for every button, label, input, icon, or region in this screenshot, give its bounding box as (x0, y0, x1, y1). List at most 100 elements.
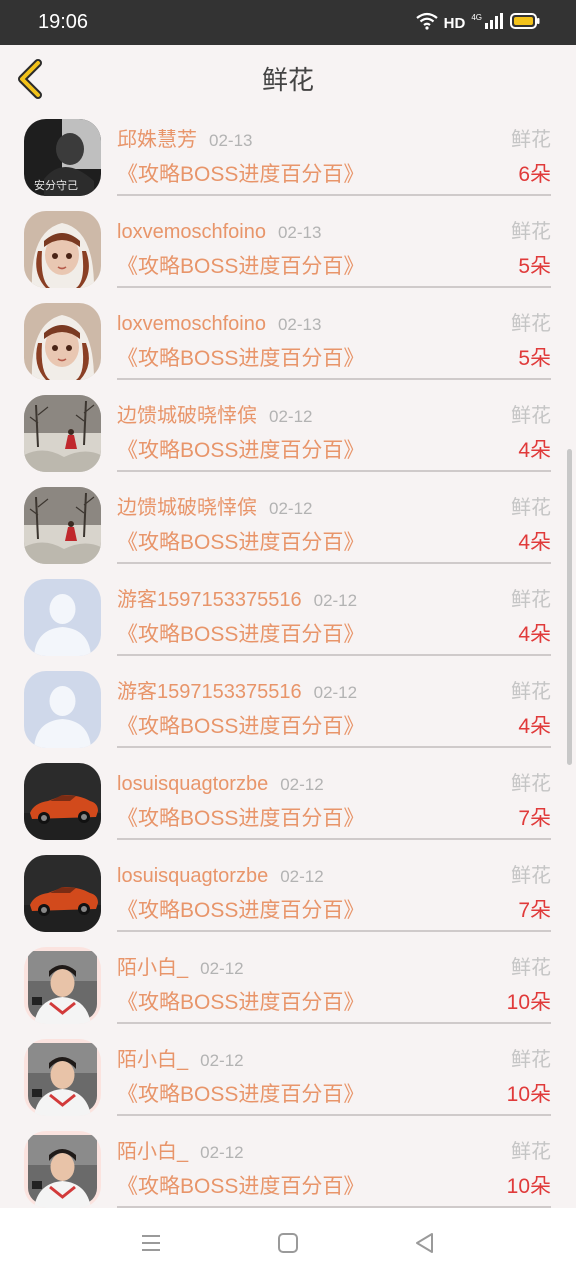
list-item[interactable]: 陌小白_ 02-12 鲜花 《攻略BOSS进度百分百》 10朵 (0, 1035, 576, 1127)
book-title: 《攻略BOSS进度百分百》 (117, 163, 365, 186)
list-item[interactable]: 陌小白_ 02-12 鲜花 《攻略BOSS进度百分百》 10朵 (0, 1127, 576, 1208)
user-name: 游客1597153375516 (117, 589, 302, 611)
avatar (24, 303, 101, 380)
status-bar: 19:06 HD 4G (0, 0, 576, 45)
status-icons: HD 4G (415, 12, 540, 35)
gift-type: 鲜花 (511, 681, 551, 703)
gift-date: 02-12 (269, 407, 313, 426)
gift-amount: 4朵 (518, 439, 551, 462)
avatar (24, 395, 101, 472)
user-name: 游客1597153375516 (117, 681, 302, 703)
book-title: 《攻略BOSS进度百分百》 (117, 991, 365, 1014)
list-item[interactable]: 游客1597153375516 02-12 鲜花 《攻略BOSS进度百分百》 4朵 (0, 575, 576, 667)
user-name: 陌小白_ (117, 1141, 189, 1163)
gift-amount: 10朵 (506, 1175, 551, 1198)
scrollbar-thumb[interactable] (567, 449, 572, 765)
gift-type: 鲜花 (511, 497, 551, 519)
book-title: 《攻略BOSS进度百分百》 (117, 347, 365, 370)
user-name: losuisquagtorzbe (117, 773, 269, 795)
list-item[interactable]: 邱姝慧芳 02-13 鲜花 《攻略BOSS进度百分百》 6朵 (0, 115, 576, 207)
gift-amount: 4朵 (518, 715, 551, 738)
gift-type: 鲜花 (511, 405, 551, 427)
list-item[interactable]: 游客1597153375516 02-12 鲜花 《攻略BOSS进度百分百》 4朵 (0, 667, 576, 759)
wifi-icon (415, 12, 438, 35)
gift-date: 02-13 (277, 223, 322, 242)
gift-type: 鲜花 (511, 1141, 551, 1163)
home-button[interactable] (273, 1228, 303, 1258)
gift-amount: 5朵 (518, 347, 551, 370)
avatar (24, 671, 101, 748)
avatar (24, 579, 101, 656)
user-name: 邱姝慧芳 (117, 129, 197, 151)
menu-icon (136, 1235, 166, 1262)
avatar (24, 1131, 101, 1208)
gift-date: 02-13 (209, 131, 253, 150)
divider (117, 286, 551, 288)
list-item[interactable]: 边馈城破晓悻傧 02-12 鲜花 《攻略BOSS进度百分百》 4朵 (0, 483, 576, 575)
user-name: 边馈城破晓悻傧 (117, 497, 257, 519)
avatar (24, 947, 101, 1024)
triangle-back-icon (410, 1233, 440, 1262)
divider (117, 470, 551, 472)
gift-date: 02-12 (200, 1051, 244, 1070)
divider (117, 1022, 551, 1024)
gift-type: 鲜花 (511, 129, 551, 151)
book-title: 《攻略BOSS进度百分百》 (117, 715, 365, 738)
gift-amount: 5朵 (518, 255, 551, 278)
book-title: 《攻略BOSS进度百分百》 (117, 1175, 365, 1198)
book-title: 《攻略BOSS进度百分百》 (117, 1083, 365, 1106)
avatar (24, 1039, 101, 1116)
list-item[interactable]: losuisquagtorzbe 02-12 鲜花 《攻略BOSS进度百分百》 7… (0, 759, 576, 851)
book-title: 《攻略BOSS进度百分百》 (117, 255, 365, 278)
network-type: 4G (471, 12, 482, 22)
signal-icon (484, 12, 504, 35)
divider (117, 930, 551, 932)
book-title: 《攻略BOSS进度百分百》 (117, 531, 365, 554)
avatar (24, 211, 101, 288)
avatar (24, 119, 101, 196)
user-name: 陌小白_ (117, 1049, 189, 1071)
battery-icon (510, 12, 540, 35)
avatar (24, 855, 101, 932)
list-item[interactable]: loxvemoschfoino 02-13 鲜花 《攻略BOSS进度百分百》 5朵 (0, 299, 576, 391)
user-name: losuisquagtorzbe (117, 865, 269, 887)
gift-amount: 10朵 (506, 1083, 551, 1106)
gift-date: 02-12 (280, 775, 324, 794)
divider (117, 838, 551, 840)
gift-date: 02-12 (280, 867, 324, 886)
gift-date: 02-12 (269, 499, 313, 518)
page-title: 鲜花 (261, 65, 314, 95)
gift-type: 鲜花 (511, 1049, 551, 1071)
gift-type: 鲜花 (511, 313, 551, 335)
gift-type: 鲜花 (511, 865, 551, 887)
list-item[interactable]: 边馈城破晓悻傧 02-12 鲜花 《攻略BOSS进度百分百》 4朵 (0, 391, 576, 483)
divider (117, 378, 551, 380)
app-header: 鲜花 (0, 45, 576, 115)
list-item[interactable]: 陌小白_ 02-12 鲜花 《攻略BOSS进度百分百》 10朵 (0, 943, 576, 1035)
list-item[interactable]: losuisquagtorzbe 02-12 鲜花 《攻略BOSS进度百分百》 7… (0, 851, 576, 943)
gift-type: 鲜花 (511, 773, 551, 795)
book-title: 《攻略BOSS进度百分百》 (117, 623, 365, 646)
divider (117, 746, 551, 748)
divider (117, 562, 551, 564)
gift-type: 鲜花 (511, 957, 551, 979)
divider (117, 654, 551, 656)
user-name: 陌小白_ (117, 957, 189, 979)
user-name: 边馈城破晓悻傧 (117, 405, 257, 427)
avatar (24, 763, 101, 840)
gift-list[interactable]: 邱姝慧芳 02-13 鲜花 《攻略BOSS进度百分百》 6朵 loxvemosch… (0, 115, 576, 1208)
book-title: 《攻略BOSS进度百分百》 (117, 899, 365, 922)
gift-amount: 4朵 (518, 623, 551, 646)
gift-amount: 6朵 (518, 163, 551, 186)
gift-amount: 7朵 (518, 807, 551, 830)
gift-date: 02-13 (277, 315, 322, 334)
gift-type: 鲜花 (511, 221, 551, 243)
gift-date: 02-12 (200, 959, 244, 978)
gift-amount: 10朵 (506, 991, 551, 1014)
menu-button[interactable] (136, 1228, 166, 1258)
gift-amount: 4朵 (518, 531, 551, 554)
gift-amount: 7朵 (518, 899, 551, 922)
system-nav-bar (0, 1208, 576, 1280)
back-nav-button[interactable] (410, 1228, 440, 1258)
list-item[interactable]: loxvemoschfoino 02-13 鲜花 《攻略BOSS进度百分百》 5朵 (0, 207, 576, 299)
